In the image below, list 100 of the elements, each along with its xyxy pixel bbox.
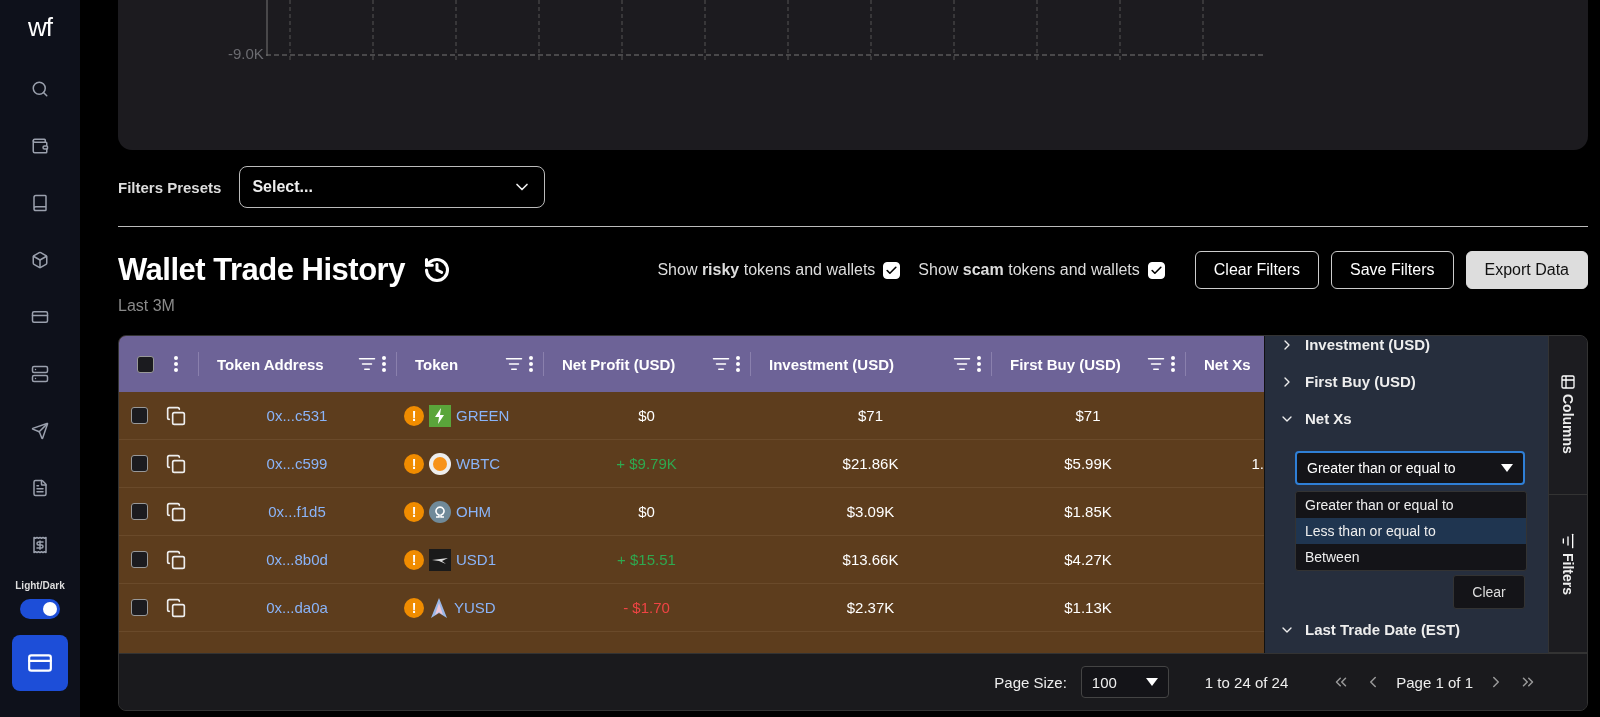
warning-badge: ! (404, 453, 424, 474)
row-checkbox[interactable] (131, 551, 148, 568)
token-link[interactable]: WBTC (456, 455, 501, 472)
filter-item[interactable]: First Buy (USD) (1279, 363, 1540, 400)
presets-select[interactable]: Select... (239, 166, 546, 208)
filter-icon[interactable] (358, 355, 376, 373)
copy-icon[interactable] (166, 549, 186, 570)
filter-icon[interactable] (712, 355, 730, 373)
column-header[interactable]: Token (415, 355, 499, 373)
filter-icon[interactable] (1147, 355, 1165, 373)
warning-badge: ! (404, 597, 424, 618)
table-cell: + $9.79K (616, 455, 677, 472)
token-link[interactable]: GREEN (456, 407, 510, 424)
table-cell: $0 (638, 503, 655, 520)
omega-logo-icon (429, 500, 451, 523)
table-cell: $71 (1075, 407, 1101, 424)
checkbox[interactable] (1147, 261, 1165, 279)
row-checkbox[interactable] (131, 503, 148, 520)
row-checkbox[interactable] (131, 599, 148, 616)
column-header[interactable]: Token Address (217, 355, 352, 373)
table-icon (1560, 374, 1576, 390)
kebab-icon[interactable] (529, 356, 533, 372)
page-size-label: Page Size: (994, 673, 1067, 691)
warning-badge: ! (404, 405, 424, 426)
clear-button[interactable]: Clear (1453, 575, 1525, 609)
table-cell: 1. (1251, 455, 1264, 472)
table-cell: $13.66K (842, 551, 899, 568)
column-header[interactable]: Net Xs (1204, 355, 1254, 373)
address-link[interactable]: 0x...c599 (266, 455, 328, 472)
kebab-icon[interactable] (1171, 356, 1175, 372)
checkbox-label: Show risky tokens and wallets (657, 261, 876, 279)
address-link[interactable]: 0x...c531 (266, 407, 328, 424)
axis-tick-label: -9.0K (228, 45, 264, 62)
condition-select[interactable]: Greater than or equal to (1295, 451, 1525, 485)
copy-icon[interactable] (166, 501, 186, 522)
page-indicator: Page 1 of 1 (1396, 673, 1473, 691)
address-link[interactable]: 0x...f1d5 (268, 503, 326, 520)
coin-logo-icon (429, 452, 451, 475)
table-cell: $4.27K (1064, 551, 1112, 568)
side-tab[interactable]: Columns (1549, 336, 1587, 495)
card-nav-button[interactable] (12, 635, 68, 691)
page-title: Wallet Trade History (118, 252, 405, 288)
column-header[interactable]: Net Profit (USD) (562, 355, 706, 373)
filter-item[interactable]: Investment (USD) (1279, 336, 1540, 363)
bolt-logo-icon (429, 404, 451, 427)
warning-badge: ! (404, 501, 424, 522)
action-button[interactable]: Clear Filters (1194, 251, 1320, 289)
caret-icon (1501, 464, 1513, 472)
table-cell: - $1.70 (623, 599, 670, 616)
action-button[interactable]: Export Data (1465, 251, 1588, 289)
period-label: Last 3M (118, 297, 176, 315)
column-header[interactable]: First Buy (USD) (1010, 355, 1141, 373)
action-button[interactable]: Save Filters (1331, 251, 1454, 289)
table-cell: $0 (638, 407, 655, 424)
kebab-icon[interactable] (382, 356, 386, 372)
token-link[interactable]: USD1 (456, 551, 496, 568)
table-cell: $5.99K (1064, 455, 1112, 472)
check-icon (885, 263, 899, 277)
dropdown-option[interactable]: Greater than or equal to (1296, 492, 1526, 518)
token-link[interactable]: OHM (456, 503, 491, 520)
table-cell: $1.13K (1064, 599, 1112, 616)
warning-badge: ! (404, 549, 424, 570)
row-range: 1 to 24 of 24 (1204, 673, 1289, 691)
dropdown-option[interactable]: Between (1296, 544, 1526, 570)
dropdown-option[interactable]: Less than or equal to (1296, 518, 1526, 544)
page-size-select[interactable]: 100 (1080, 666, 1169, 698)
filter-icon[interactable] (953, 355, 971, 373)
copy-icon[interactable] (166, 405, 186, 426)
table-cell: $21.86K (842, 455, 899, 472)
checkbox[interactable] (883, 261, 901, 279)
toggle-label: Light/Dark (15, 580, 65, 591)
theme-toggle[interactable] (20, 599, 60, 619)
filter-item[interactable]: Last Trade Date (EST) (1279, 611, 1540, 648)
kebab-icon[interactable] (977, 356, 981, 372)
address-link[interactable]: 0x...da0a (266, 599, 328, 616)
table-cell: $2.37K (846, 599, 895, 616)
token-link[interactable]: YUSD (454, 599, 496, 616)
spire-logo-icon (429, 596, 449, 619)
column-header[interactable]: Investment (USD) (769, 355, 947, 373)
presets-label: Filters Presets (118, 178, 222, 196)
row-checkbox[interactable] (131, 407, 148, 424)
address-link[interactable]: 0x...8b0d (266, 551, 328, 568)
table-cell: $1.85K (1064, 503, 1112, 520)
check-icon (1149, 263, 1163, 277)
row-checkbox[interactable] (131, 455, 148, 472)
history-icon[interactable] (422, 256, 451, 284)
select-all-checkbox[interactable] (137, 355, 154, 373)
copy-icon[interactable] (166, 453, 186, 474)
table-cell: + $15.51 (617, 551, 676, 568)
filter-item[interactable]: Net Xs (1279, 400, 1540, 437)
caret-icon (1145, 678, 1158, 686)
kebab-icon[interactable] (736, 356, 740, 372)
filter-icon[interactable] (505, 355, 523, 373)
table-cell: $71 (858, 407, 883, 424)
filter-icon (1560, 532, 1576, 549)
logo[interactable]: wf (28, 12, 52, 43)
checkbox-label: Show scam tokens and wallets (918, 261, 1140, 279)
copy-icon[interactable] (166, 597, 186, 618)
plane-logo-icon (429, 548, 451, 571)
kebab-icon[interactable] (174, 356, 178, 372)
